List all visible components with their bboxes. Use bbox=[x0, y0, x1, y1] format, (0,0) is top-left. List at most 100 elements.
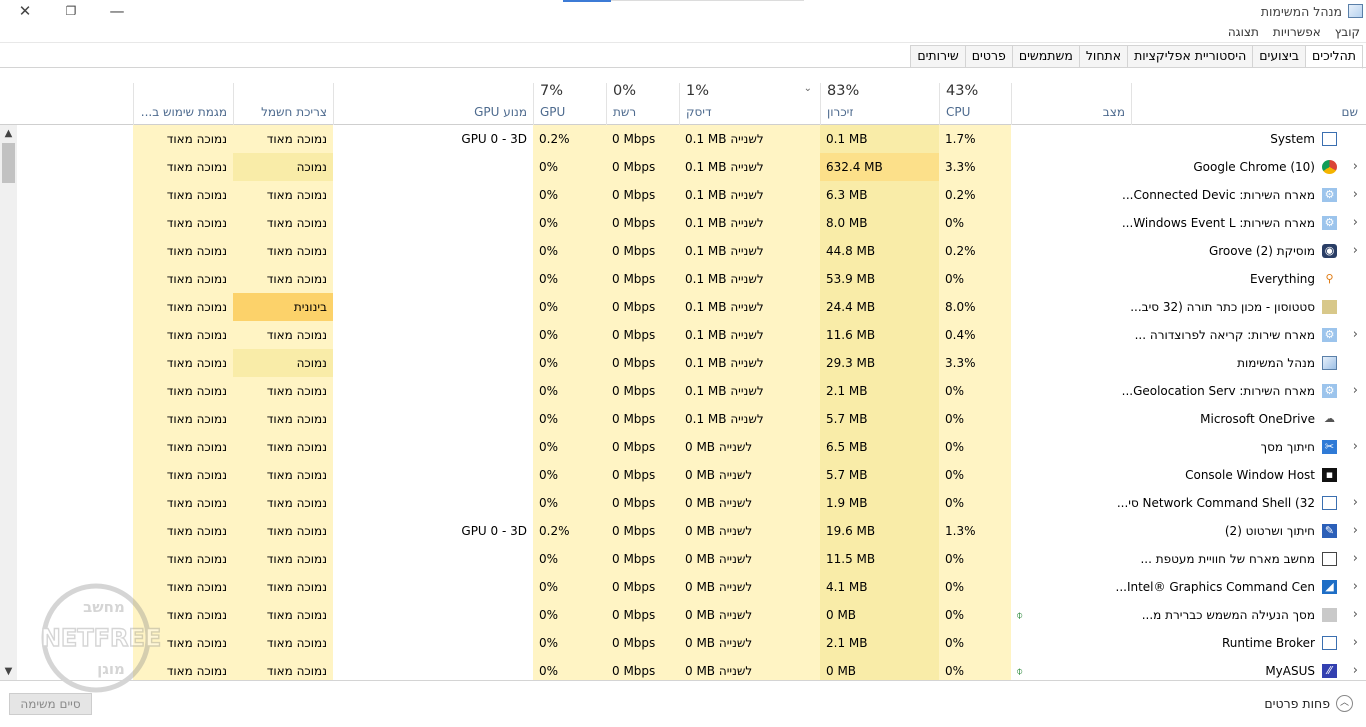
chevron-right-icon[interactable]: › bbox=[1353, 629, 1358, 657]
gear-icon: ⚙ bbox=[1322, 328, 1337, 342]
table-row[interactable]: ☁ Microsoft OneDrive 0% 5.7 MB 0.1 MB לשנייה… bbox=[0, 405, 1366, 433]
tab-performance[interactable]: ביצועים bbox=[1253, 45, 1307, 68]
network-cell: 0 Mbps bbox=[612, 440, 656, 454]
col-header-name[interactable]: שם bbox=[1131, 83, 1366, 125]
tab-startup[interactable]: אתחול bbox=[1079, 45, 1129, 68]
power-usage-cell: בינונית bbox=[233, 293, 333, 321]
gpu-engine-cell bbox=[333, 265, 533, 293]
col-header-status[interactable]: מצב bbox=[1011, 83, 1131, 125]
network-cell: 0 Mbps bbox=[612, 300, 656, 314]
gpu-cell: 0% bbox=[539, 384, 559, 398]
table-row[interactable]: › ⁄⁄ MyASUS ⌽ 0% 0 MB 0 MB לשנייה 0 Mbps 0% נמוכה… bbox=[0, 657, 1366, 680]
scroll-thumb[interactable] bbox=[2, 143, 15, 183]
col-header-network[interactable]: 0% רשת bbox=[606, 83, 679, 125]
cloud-icon: ☁ bbox=[1322, 412, 1337, 426]
tab-processes[interactable]: תהליכים bbox=[1306, 45, 1363, 69]
minimize-icon[interactable]: — bbox=[94, 0, 140, 22]
table-row[interactable]: › Google Chrome (10) 3.3% 632.4 MB 0.1 MB לש… bbox=[0, 153, 1366, 181]
table-row[interactable]: › ◉ מוסיקת Groove (2) 0.2% 44.8 MB 0.1 MB לשנ… bbox=[0, 237, 1366, 265]
table-row[interactable]: ▪ Console Window Host 0% 5.7 MB 0 MB לשנייה 0… bbox=[0, 461, 1366, 489]
col-header-cpu[interactable]: 43% CPU bbox=[939, 83, 1011, 125]
table-row[interactable]: System 1.7% 0.1 MB 0.1 MB לשנייה 0 Mbps 0.2% G… bbox=[0, 125, 1366, 153]
table-row[interactable]: › ✂ חיתוך מסך 0% 6.5 MB 0 MB לשנייה 0 Mbps 0% נמ… bbox=[0, 433, 1366, 461]
col-header-power-trend[interactable]: מגמת שימוש ב... bbox=[133, 83, 233, 125]
process-name: Runtime Broker bbox=[1221, 636, 1315, 650]
col-header-gpu[interactable]: 7% GPU bbox=[533, 83, 606, 125]
tab-details[interactable]: פרטים bbox=[965, 45, 1013, 68]
table-row[interactable]: › מחשב מארח של חוויית מעטפת ... 0% 11.5 MB 0… bbox=[0, 545, 1366, 573]
gpu-engine-cell: GPU 0 - 3D bbox=[461, 132, 527, 146]
chevron-right-icon[interactable]: › bbox=[1353, 573, 1358, 601]
chevron-right-icon[interactable]: › bbox=[1353, 237, 1358, 265]
table-row[interactable]: › ✎ חיתוך ושרטוט (2) 1.3% 19.6 MB 0 MB לשנייה… bbox=[0, 517, 1366, 545]
scroll-up-icon[interactable]: ▲ bbox=[0, 125, 17, 142]
chevron-right-icon[interactable]: › bbox=[1353, 517, 1358, 545]
table-row[interactable]: › ⚙ מארח השירות: Geolocation Serv... 0% 2.1 … bbox=[0, 377, 1366, 405]
col-memory-label: זיכרון bbox=[827, 105, 854, 119]
tab-app-history[interactable]: היסטוריית אפליקציות bbox=[1128, 45, 1254, 68]
col-gpu-engine-label: מנוע GPU bbox=[474, 105, 527, 119]
table-row[interactable]: › ⚙ מארח השירות: Connected Devic... 0.2% 6.3… bbox=[0, 181, 1366, 209]
chevron-right-icon[interactable]: › bbox=[1353, 489, 1358, 517]
gpu-cell: 0% bbox=[539, 552, 559, 566]
disk-cell: 0 MB לשנייה bbox=[685, 636, 753, 650]
disk-cell: 0.1 MB לשנייה bbox=[685, 300, 764, 314]
gpu-engine-cell bbox=[333, 153, 533, 181]
network-cell: 0 Mbps bbox=[612, 608, 656, 622]
tab-users[interactable]: משתמשים bbox=[1012, 45, 1080, 68]
table-row[interactable]: › Runtime Broker 0% 2.1 MB 0 MB לשנייה 0 Mbps… bbox=[0, 629, 1366, 657]
title-bar: ✕ ❐ — מנהל המשימות bbox=[0, 0, 1366, 24]
chevron-right-icon[interactable]: › bbox=[1353, 433, 1358, 461]
gpu-cell: 0% bbox=[539, 272, 559, 286]
chevron-right-icon[interactable]: › bbox=[1353, 601, 1358, 629]
chevron-right-icon[interactable]: › bbox=[1353, 321, 1358, 349]
network-cell: 0 Mbps bbox=[612, 356, 656, 370]
table-row[interactable]: סטטוסון - מכון כתר תורה (32 סיב... 8.0% 24… bbox=[0, 293, 1366, 321]
power-trend-cell: נמוכה מאוד bbox=[166, 384, 227, 398]
cpu-cell: 8.0% bbox=[945, 300, 976, 314]
network-cell: 0 Mbps bbox=[612, 328, 656, 342]
close-icon[interactable]: ✕ bbox=[2, 0, 48, 22]
menu-file[interactable]: קובץ bbox=[1335, 25, 1360, 39]
gpu-cell: 0% bbox=[539, 636, 559, 650]
chevron-right-icon[interactable]: › bbox=[1353, 181, 1358, 209]
table-row[interactable]: › ⚙ מארח שירות: קריאה לפרוצדורה ... 0.4% 11.… bbox=[0, 321, 1366, 349]
maximize-icon[interactable]: ❐ bbox=[48, 0, 94, 22]
chevron-right-icon[interactable]: › bbox=[1353, 153, 1358, 181]
col-header-power[interactable]: צריכת חשמל bbox=[233, 83, 333, 125]
table-row[interactable]: › מסך הנעילה המשמש כברירת מ... ⌽ 0% 0 MB 0 MB… bbox=[0, 601, 1366, 629]
gear-icon: ⚙ bbox=[1322, 216, 1337, 230]
gpu-total: 7% bbox=[540, 83, 564, 99]
table-row[interactable]: ⚲ Everything 0% 53.9 MB 0.1 MB לשנייה 0 Mbps 0… bbox=[0, 265, 1366, 293]
memory-cell: 53.9 MB bbox=[826, 272, 876, 286]
vertical-scrollbar[interactable]: ▲ ▼ bbox=[0, 125, 17, 680]
process-name: MyASUS bbox=[1265, 664, 1315, 678]
chevron-right-icon[interactable]: › bbox=[1353, 209, 1358, 237]
col-header-gpu-engine[interactable]: מנוע GPU bbox=[333, 83, 533, 125]
pen-icon: ✎ bbox=[1322, 524, 1337, 538]
menu-view[interactable]: תצוגה bbox=[1228, 25, 1259, 39]
chevron-right-icon[interactable]: › bbox=[1353, 657, 1358, 680]
end-task-button[interactable]: סיים משימה bbox=[9, 693, 92, 715]
table-row[interactable]: מנהל המשימות 3.3% 29.3 MB 0.1 MB לשנייה 0 Mb… bbox=[0, 349, 1366, 377]
menu-bar: קובץ אפשרויות תצוגה bbox=[1228, 25, 1360, 39]
table-row[interactable]: › ⚙ מארח השירות: Windows Event L... 0% 8.0 M… bbox=[0, 209, 1366, 237]
scroll-down-icon[interactable]: ▼ bbox=[0, 663, 17, 680]
tab-services[interactable]: שירותים bbox=[910, 45, 966, 68]
col-header-disk[interactable]: ⌄ 1% דיסק bbox=[679, 83, 820, 125]
table-row[interactable]: › Network Command Shell (32 סי... 0% 1.9 MB… bbox=[0, 489, 1366, 517]
gpu-cell: 0% bbox=[539, 496, 559, 510]
chevron-right-icon[interactable]: › bbox=[1353, 377, 1358, 405]
col-header-memory[interactable]: 83% זיכרון bbox=[820, 83, 939, 125]
menu-options[interactable]: אפשרויות bbox=[1273, 25, 1321, 39]
fewer-details-toggle[interactable]: ︿ פחות פרטים bbox=[1264, 695, 1353, 712]
table-row[interactable]: › ◢ Intel® Graphics Command Cen... 0% 4.1 MB… bbox=[0, 573, 1366, 601]
title-accent-bar bbox=[563, 0, 611, 2]
disk-cell: 0.1 MB לשנייה bbox=[685, 216, 764, 230]
column-header: שם מצב 43% CPU 83% זיכרון ⌄ 1% דיסק 0% ר… bbox=[0, 83, 1366, 125]
asus-icon: ⁄⁄ bbox=[1322, 664, 1337, 678]
chrome-icon bbox=[1322, 160, 1337, 174]
gpu-cell: 0% bbox=[539, 440, 559, 454]
process-name: מארח השירות: Windows Event L... bbox=[1121, 216, 1315, 230]
chevron-right-icon[interactable]: › bbox=[1353, 545, 1358, 573]
